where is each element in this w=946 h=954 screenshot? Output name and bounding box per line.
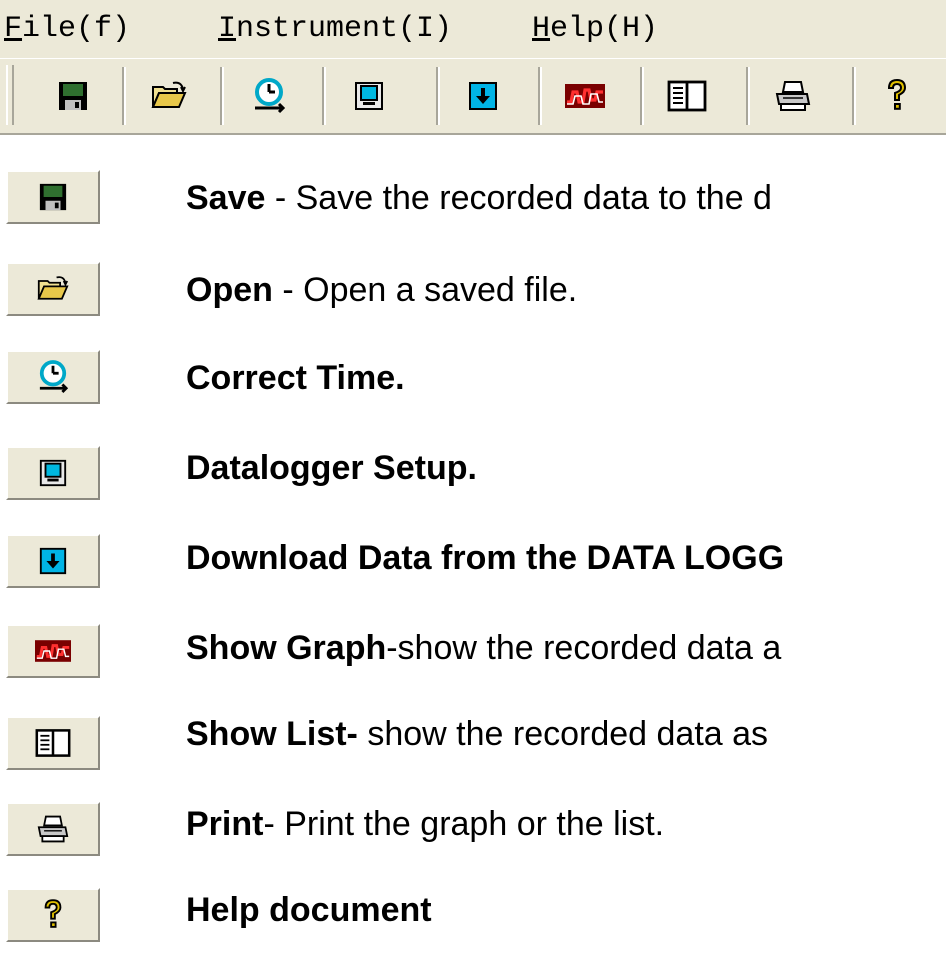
legend-graph-text: -show the recorded data a xyxy=(386,629,782,667)
correct-time-icon xyxy=(255,78,285,114)
toolbar-separator xyxy=(322,67,326,125)
legend-print-button[interactable] xyxy=(6,802,100,856)
toolbar-separator xyxy=(640,67,644,125)
download-icon xyxy=(469,82,497,110)
menu-file-mnemonic: F xyxy=(4,12,23,46)
datalogger-setup-icon xyxy=(355,82,383,110)
legend-graph-button[interactable] xyxy=(6,624,100,678)
legend-download-title: Download Data from the DATA LOGG xyxy=(186,539,785,577)
toolbar-save-button[interactable] xyxy=(42,68,104,124)
graph-icon xyxy=(35,640,71,662)
legend-print-title: Print xyxy=(186,805,264,843)
toolbar-print-button[interactable] xyxy=(762,68,824,124)
toolbar xyxy=(0,58,946,135)
toolbar-open-button[interactable] xyxy=(138,68,200,124)
help-icon xyxy=(44,899,62,928)
legend-save-title: Save xyxy=(186,179,266,217)
menu-file[interactable]: File(f) xyxy=(4,10,130,48)
legend-correct-time-title: Correct Time. xyxy=(186,359,405,397)
legend-list-title: Show List- xyxy=(186,715,358,753)
toolbar-graph-button[interactable] xyxy=(554,68,616,124)
help-icon xyxy=(887,78,907,110)
datalogger-setup-icon xyxy=(39,459,67,487)
print-icon xyxy=(37,815,69,843)
save-icon xyxy=(59,82,87,110)
toolbar-download-button[interactable] xyxy=(452,68,514,124)
legend-help-title: Help document xyxy=(186,891,432,929)
menu-help-label: elp(H) xyxy=(550,12,659,46)
menu-instrument-mnemonic: I xyxy=(218,12,237,46)
legend-list-description: Show List- show the recorded data as xyxy=(186,712,946,756)
download-icon xyxy=(39,547,67,575)
legend-correct-time-description: Correct Time. xyxy=(186,356,946,400)
open-folder-icon xyxy=(37,276,69,300)
toolbar-separator xyxy=(220,67,224,125)
menu-help[interactable]: Help(H) xyxy=(532,10,658,48)
menu-bar: File(f) Instrument(I) Help(H) xyxy=(0,0,946,58)
toolbar-separator xyxy=(538,67,542,125)
graph-icon xyxy=(565,84,605,108)
toolbar-list-button[interactable] xyxy=(656,68,718,124)
legend-print-text: - Print the graph or the list. xyxy=(263,805,665,843)
open-folder-icon xyxy=(151,81,187,108)
legend-help-description: Help document xyxy=(186,888,946,932)
legend-save-description: Save - Save the recorded data to the d xyxy=(186,176,946,220)
legend-graph-description: Show Graph-show the recorded data a xyxy=(186,626,946,670)
legend-datalogger-setup-title: Datalogger Setup. xyxy=(186,449,477,487)
legend-list-button[interactable] xyxy=(6,716,100,770)
toolbar-separator xyxy=(122,67,126,125)
save-icon xyxy=(39,183,67,211)
legend-list-text: show the recorded data as xyxy=(357,715,769,753)
legend-open-button[interactable] xyxy=(6,262,100,316)
toolbar-help-button[interactable] xyxy=(866,68,928,124)
list-icon xyxy=(667,80,707,112)
list-icon xyxy=(35,729,71,757)
toolbar-separator xyxy=(852,67,856,125)
legend-open-title: Open xyxy=(186,271,273,309)
legend-correct-time-button[interactable] xyxy=(6,350,100,404)
menu-instrument[interactable]: Instrument(I) xyxy=(218,10,452,48)
correct-time-icon xyxy=(39,360,68,393)
toolbar-separator xyxy=(436,67,440,125)
legend-datalogger-setup-description: Datalogger Setup. xyxy=(186,446,946,490)
legend-open-description: Open - Open a saved file. xyxy=(186,268,946,312)
legend-download-button[interactable] xyxy=(6,534,100,588)
legend-download-description: Download Data from the DATA LOGG xyxy=(186,536,946,580)
toolbar-separator xyxy=(746,67,750,125)
legend-save-text: - Save the recorded data to the d xyxy=(265,179,772,217)
legend-graph-title: Show Graph xyxy=(186,629,387,667)
menu-file-label: ile(f) xyxy=(22,12,131,46)
legend-print-description: Print- Print the graph or the list. xyxy=(186,802,946,846)
menu-help-mnemonic: H xyxy=(532,12,551,46)
toolbar-correct-time-button[interactable] xyxy=(238,68,300,124)
menu-instrument-label: nstrument(I) xyxy=(236,12,453,46)
legend-help-button[interactable] xyxy=(6,888,100,942)
toolbar-datalogger-setup-button[interactable] xyxy=(338,68,400,124)
toolbar-grip[interactable] xyxy=(6,65,14,125)
print-icon xyxy=(775,81,811,111)
legend-open-text: - Open a saved file. xyxy=(272,271,578,309)
legend-datalogger-setup-button[interactable] xyxy=(6,446,100,500)
legend-save-button[interactable] xyxy=(6,170,100,224)
